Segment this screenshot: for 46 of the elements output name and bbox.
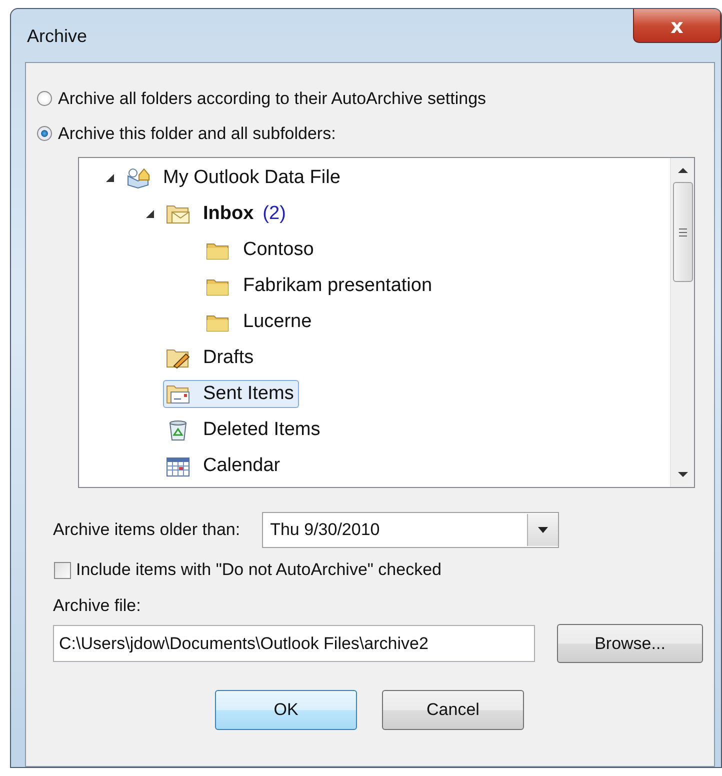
tree-item[interactable]: Lucerne (203, 308, 317, 336)
folder-name: My Outlook Data File (163, 167, 340, 189)
cancel-button[interactable]: Cancel (382, 690, 524, 730)
folder-name: Calendar (203, 455, 280, 477)
envelope-folder-icon (165, 383, 191, 405)
checkbox-label: Include items with "Do not AutoArchive" checked (76, 560, 442, 580)
folder-name: Deleted Items (203, 419, 320, 441)
folder-name: Sent Items (203, 383, 294, 405)
tree-item[interactable]: Deleted Items (163, 416, 326, 444)
data-file-icon (125, 167, 151, 189)
scroll-thumb[interactable] (672, 182, 692, 282)
archive-file-label: Archive file: (53, 596, 142, 616)
tree-item[interactable]: My Outlook Data File (123, 164, 346, 192)
scroll-up-icon[interactable] (676, 166, 688, 174)
folder-name: Inbox (203, 203, 254, 225)
expander-icon[interactable] (105, 173, 115, 183)
tree-item[interactable]: Drafts (163, 344, 259, 372)
older-than-label: Archive items older than: (53, 520, 240, 540)
scrollbar[interactable] (670, 158, 694, 487)
tree-item[interactable]: Inbox (2) (163, 200, 291, 228)
scroll-down-icon[interactable] (676, 471, 688, 479)
pencil-folder-icon (165, 347, 191, 369)
radio-button[interactable] (37, 91, 52, 106)
radio-label: Archive all folders according to their AutoArchive settings (58, 88, 486, 108)
calendar-icon (165, 455, 191, 477)
tree-item[interactable]: Sent Items (163, 380, 299, 408)
browse-button[interactable]: Browse... (557, 624, 703, 663)
ok-button[interactable]: OK (215, 690, 357, 730)
mail-folder-icon (165, 203, 191, 225)
dropdown-arrow-icon (537, 526, 550, 534)
folder-name: Drafts (203, 347, 254, 369)
tree-item[interactable]: Fabrikam presentation (203, 272, 438, 300)
tree-item[interactable]: Contoso (203, 236, 319, 264)
radio-label: Archive this folder and all subfolders: (58, 124, 336, 144)
checkbox[interactable] (54, 562, 71, 578)
radio-button[interactable] (37, 126, 52, 141)
expander-icon[interactable] (145, 209, 155, 219)
close-button[interactable]: x (633, 9, 721, 43)
unread-count: (2) (262, 203, 286, 225)
archive-file-field[interactable]: C:\Users\jdow\Documents\Outlook Files\archive2 (53, 625, 535, 662)
folder-name: Lucerne (243, 311, 312, 333)
date-dropdown[interactable]: Thu 9/30/2010 (262, 512, 560, 548)
tree-item[interactable]: Calendar (163, 452, 286, 480)
folder-name: Contoso (243, 239, 314, 261)
folder-name: Fabrikam presentation (243, 275, 432, 297)
window-title: Archive (26, 26, 88, 47)
